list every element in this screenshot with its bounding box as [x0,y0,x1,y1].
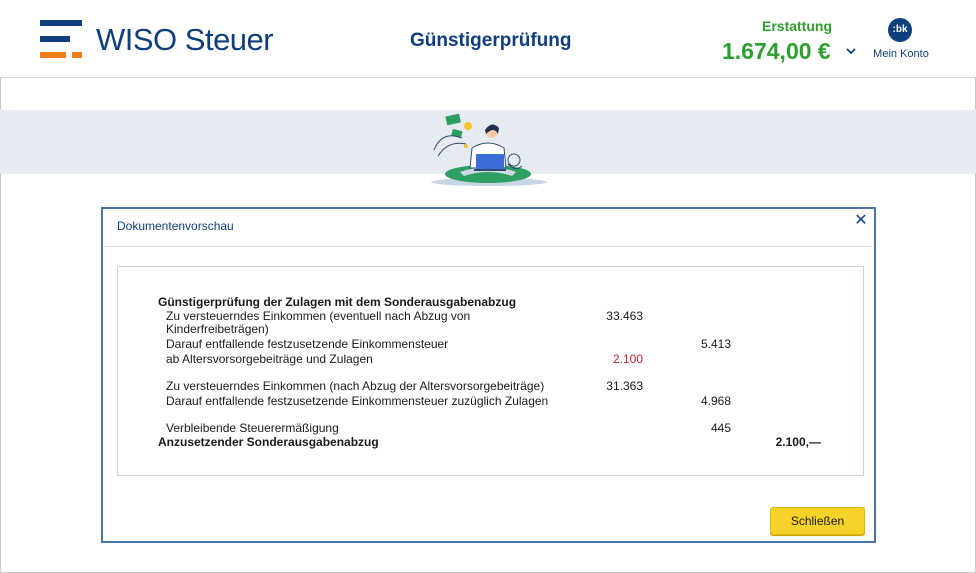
account-label: Mein Konto [873,48,929,60]
dialog-header: Dokumentenvorschau ✕ [103,209,874,247]
refund-amount: 1.674,00 € [722,38,831,64]
row-taxable-income-label-cont: Kinderfreibeträgen) [166,322,269,336]
document-heading: Günstigerprüfung der Zulagen mit dem Son… [158,295,517,309]
row-taxable-income-after-label: Zu versteuerndes Einkommen (nach Abzug d… [166,379,545,393]
row-pension-contrib-label: ab Altersvorsorgebeiträge und Zulagen [166,352,373,366]
row-remaining-reduction-value: 445 [710,421,731,435]
row-income-tax-after-label: Darauf entfallende festzusetzende Einkom… [166,394,549,408]
refund-summary[interactable]: Erstattung 1.674,00 € [720,18,860,68]
row-income-tax-label: Darauf entfallende festzusetzende Einkom… [166,337,449,351]
row-pension-contrib-value: 2.100 [612,352,643,366]
avatar: :bk [888,18,912,42]
document-preview: Günstigerprüfung der Zulagen mit dem Son… [117,266,864,476]
app-header: WISO Steuer Günstigerprüfung Erstattung … [0,0,976,78]
logo-text: WISO Steuer [96,22,274,57]
refund-label: Erstattung [762,18,832,34]
document-preview-dialog: Dokumentenvorschau ✕ Günstigerprüfung de… [101,207,876,543]
row-income-tax-after-value: 4.968 [700,394,731,408]
wiso-logo[interactable]: WISO Steuer [40,20,280,60]
dialog-title: Dokumentenvorschau [117,219,234,233]
row-taxable-income-label: Zu versteuerndes Einkommen (eventuell na… [166,309,471,323]
chevron-down-icon[interactable] [846,46,856,56]
row-remaining-reduction-label: Verbleibende Steuerermäßigung [166,421,339,435]
result-label: Anzusetzender Sonderausgabenabzug [158,435,379,449]
page-title: Günstigerprüfung [410,30,572,51]
row-income-tax-value: 5.413 [700,337,731,351]
close-button[interactable]: Schließen [770,507,865,535]
close-icon[interactable]: ✕ [852,212,870,230]
account-menu[interactable]: :bk Mein Konto [868,18,934,66]
row-taxable-income-value: 33.463 [606,309,643,323]
row-taxable-income-after-value: 31.363 [606,379,643,393]
person-with-laptop-illustration [431,113,547,186]
result-value: 2.100,— [775,435,821,449]
logo-mark-icon [40,20,84,58]
